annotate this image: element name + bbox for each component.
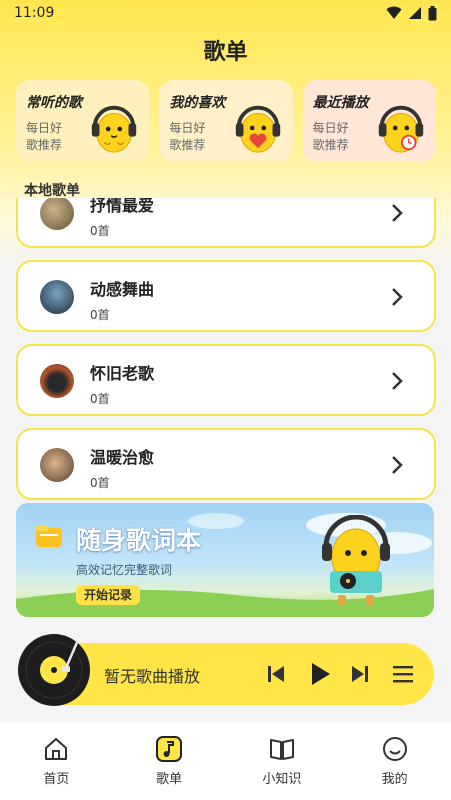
player-status: 暂无歌曲播放	[104, 667, 201, 686]
card-subtitle: 每日好歌推荐	[26, 121, 63, 152]
banner-title: 随身歌词本	[76, 526, 202, 555]
mascot-heart-icon	[235, 105, 280, 153]
home-icon	[45, 738, 68, 760]
playlist-thumbnail	[40, 448, 74, 482]
playlist-thumbnail	[40, 364, 74, 398]
playlist-item[interactable]: 温暖治愈 0首	[16, 428, 436, 500]
playlist-name: 抒情最爱	[90, 198, 155, 215]
tab-label: 我的	[381, 772, 408, 787]
next-icon[interactable]	[350, 664, 370, 684]
chevron-right-icon	[392, 372, 403, 390]
lyrics-notebook-banner[interactable]: 随身歌词本 高效记忆完整歌词 开始记录	[16, 503, 434, 617]
signal-icon	[409, 7, 421, 19]
bottom-tab-bar: 首页 歌单 小知识 我的	[0, 722, 451, 800]
playlist-name: 动感舞曲	[90, 280, 155, 299]
card-my-favorites[interactable]: 我的喜欢 每日好歌推荐	[159, 80, 293, 162]
playlist-count: 0首	[90, 224, 110, 238]
playlist-menu-icon[interactable]	[392, 664, 414, 684]
tab-knowledge[interactable]: 小知识	[237, 736, 327, 787]
smile-icon	[382, 737, 407, 761]
previous-icon[interactable]	[266, 664, 286, 684]
play-icon[interactable]	[308, 661, 332, 687]
card-subtitle: 每日好歌推荐	[312, 121, 349, 152]
tab-playlists[interactable]: 歌单	[124, 736, 214, 787]
playlist-item[interactable]: 抒情最爱 0首	[16, 198, 436, 248]
battery-icon	[428, 5, 437, 20]
status-time: 11:09	[14, 5, 55, 21]
tab-label: 歌单	[156, 772, 183, 787]
chevron-right-icon	[392, 288, 403, 306]
playlist-item[interactable]: 怀旧老歌 0首	[16, 344, 436, 416]
playlist-item[interactable]: 动感舞曲 0首	[16, 260, 436, 332]
local-playlists-label: 本地歌单	[24, 183, 80, 199]
playlist-name: 温暖治愈	[90, 448, 155, 467]
card-frequent-songs[interactable]: 常听的歌 每日好歌推荐	[16, 80, 150, 162]
playlist-count: 0首	[90, 476, 110, 490]
quick-cards: 常听的歌 每日好歌推荐 我的喜欢 每日好歌推荐 最近播放 每日好歌推荐	[16, 80, 436, 162]
music-note-icon	[156, 736, 183, 762]
page-title: 歌单	[203, 40, 248, 65]
book-icon	[269, 739, 294, 760]
tab-home[interactable]: 首页	[11, 736, 101, 787]
playlist-list[interactable]: 抒情最爱 0首 动感舞曲 0首 怀旧老歌 0首 温暖治愈 0首	[0, 198, 451, 503]
chevron-right-icon	[392, 204, 403, 222]
tab-mine[interactable]: 我的	[350, 736, 440, 787]
start-record-button[interactable]: 开始记录	[76, 585, 141, 605]
playlist-count: 0首	[90, 392, 110, 406]
playlist-count: 0首	[90, 308, 110, 322]
folder-icon	[36, 525, 62, 547]
tab-label: 首页	[43, 772, 70, 787]
mascot-clock-icon	[378, 105, 424, 153]
tab-label: 小知识	[262, 772, 302, 787]
chevron-right-icon	[392, 456, 403, 474]
status-icons	[386, 5, 437, 21]
playlist-thumbnail	[40, 198, 74, 230]
playlist-thumbnail	[40, 280, 74, 314]
playlist-name: 怀旧老歌	[90, 364, 155, 383]
mascot-icon	[92, 105, 137, 153]
wifi-icon	[386, 6, 402, 19]
banner-subtitle: 高效记忆完整歌词	[76, 563, 173, 577]
card-recently-played[interactable]: 最近播放 每日好歌推荐	[302, 80, 436, 162]
mascot-turntable-icon	[322, 515, 390, 605]
vinyl-disc-icon	[18, 634, 90, 706]
card-subtitle: 每日好歌推荐	[169, 121, 206, 152]
status-bar: 11:09	[0, 0, 451, 26]
